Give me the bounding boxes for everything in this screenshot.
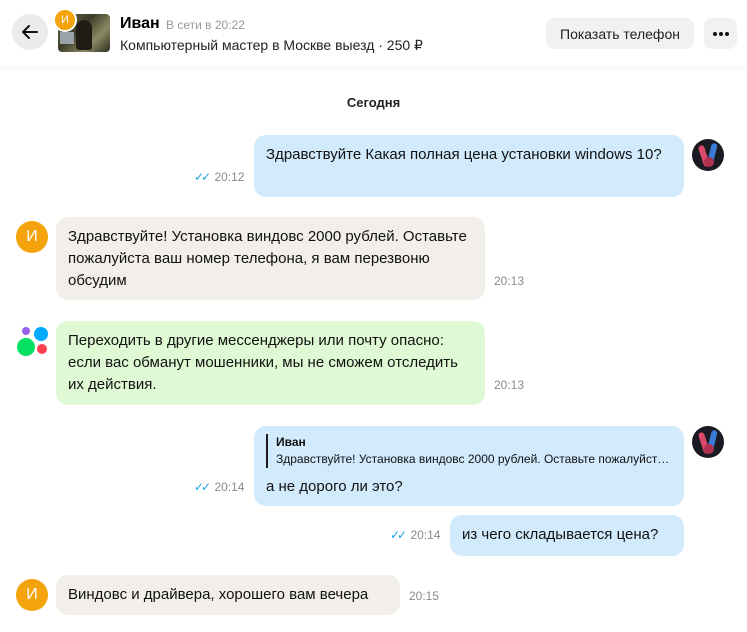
sender-avatar: И (16, 221, 48, 253)
read-check-icon: ✓✓ (194, 170, 211, 184)
safety-warning-message: Переходить в другие мессенджеры или почт… (56, 321, 485, 405)
arrow-left-icon (22, 25, 38, 39)
quoted-message[interactable]: Иван Здравствуйте! Установка виндовс 200… (266, 434, 672, 468)
message-text: Переходить в другие мессенджеры или почт… (68, 332, 458, 393)
message-time: ✓✓ 20:14 (194, 480, 245, 494)
message-time: ✓✓ 20:12 (194, 170, 245, 184)
chat-header: И Иван В сети в 20:22 Компьютерный масте… (0, 0, 747, 66)
message-time: 20:13 (494, 274, 525, 288)
read-check-icon: ✓✓ (194, 480, 211, 494)
read-check-icon: ✓✓ (390, 528, 407, 542)
show-phone-button[interactable]: Показать телефон (546, 18, 694, 49)
message-text: а не дорого ли это? (266, 478, 403, 495)
more-dots-icon (712, 31, 729, 36)
outgoing-message[interactable]: Иван Здравствуйте! Установка виндовс 200… (254, 426, 684, 506)
more-options-button[interactable] (704, 18, 737, 49)
message-text: Здравствуйте Какая полная цена установки… (266, 146, 662, 163)
contact-avatar: И (53, 8, 77, 32)
quote-author: Иван (276, 435, 306, 449)
listing-title[interactable]: Компьютерный мастер в Москве выезд · 250… (120, 37, 423, 54)
message-time: 20:15 (409, 589, 440, 603)
message-time: ✓✓ 20:14 (390, 528, 441, 542)
message-text: из чего складывается цена? (462, 526, 659, 543)
incoming-message[interactable]: Виндовс и драйвера, хорошего вам вечера (56, 575, 400, 615)
quote-text: Здравствуйте! Установка виндовс 2000 руб… (276, 452, 671, 466)
my-avatar (692, 426, 724, 458)
message-text: Здравствуйте! Установка виндовс 2000 руб… (68, 228, 467, 289)
outgoing-message[interactable]: Здравствуйте Какая полная цена установки… (254, 135, 684, 197)
online-status: В сети в 20:22 (166, 18, 245, 32)
incoming-message[interactable]: Здравствуйте! Установка виндовс 2000 руб… (56, 217, 485, 300)
message-time: 20:13 (494, 378, 525, 392)
back-button[interactable] (12, 14, 48, 50)
sender-avatar: И (16, 579, 48, 611)
avito-logo-icon (16, 325, 50, 359)
contact-name[interactable]: Иван (120, 15, 160, 33)
message-text: Виндовс и драйвера, хорошего вам вечера (68, 586, 369, 603)
outgoing-message[interactable]: из чего складывается цена? (450, 515, 684, 556)
my-avatar (692, 139, 724, 171)
date-separator: Сегодня (346, 95, 401, 110)
